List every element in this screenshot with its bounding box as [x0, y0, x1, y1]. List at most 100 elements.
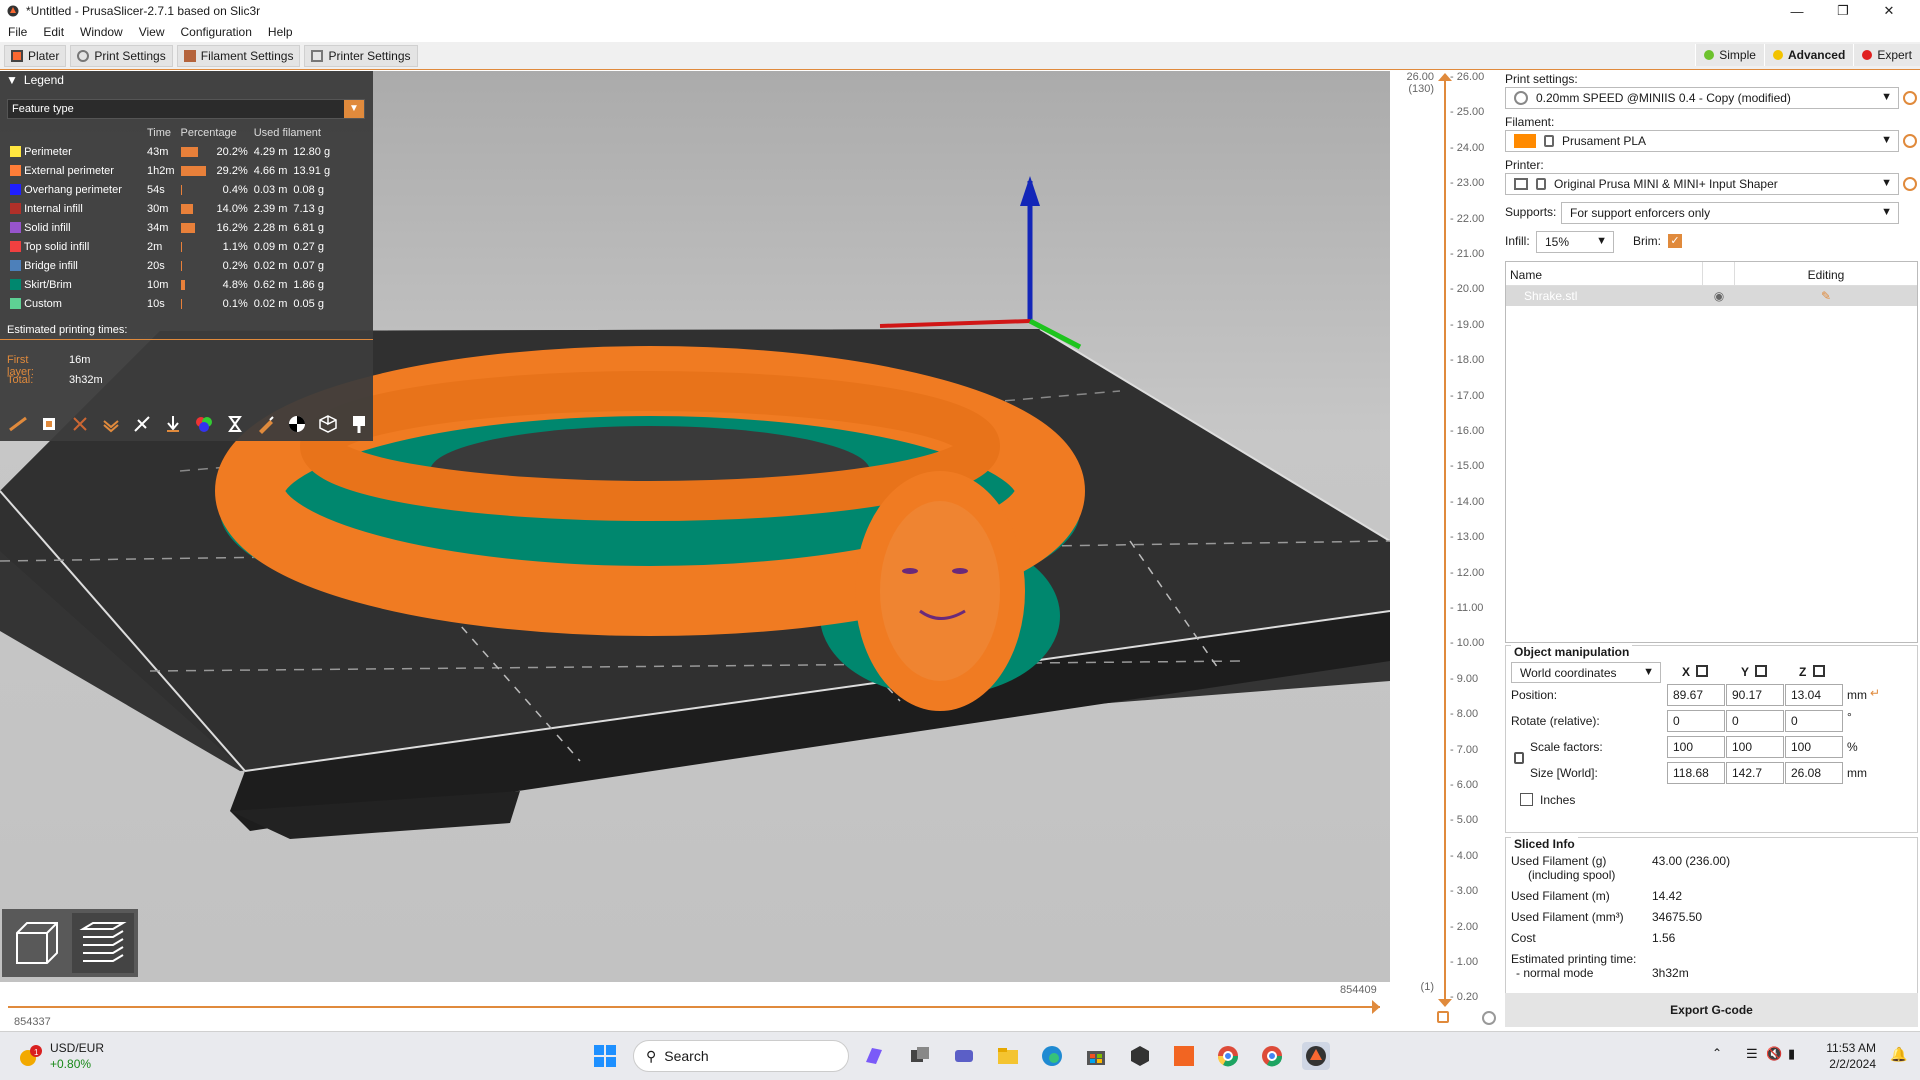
color-changes-icon[interactable]	[190, 411, 217, 438]
tab-print-settings[interactable]: Print Settings	[70, 44, 173, 67]
wifi-icon[interactable]: ☰	[1746, 1046, 1758, 1062]
tab-plater[interactable]: Plater	[4, 44, 67, 67]
unity-hub-icon[interactable]	[1126, 1042, 1154, 1070]
legend-row[interactable]: Skirt/Brim 10m 4.8% 0.62 m 1.86 g	[7, 275, 333, 294]
menu-view[interactable]: View	[131, 25, 173, 39]
position-z-input[interactable]: 13.04	[1785, 684, 1843, 706]
view-type-select[interactable]: Feature type ▼	[7, 99, 365, 119]
edge-browser-icon[interactable]	[1038, 1042, 1066, 1070]
filament-select[interactable]: Prusament PLA ▼	[1505, 130, 1899, 152]
clock-date[interactable]: 2/2/2024	[1824, 1057, 1876, 1071]
slider-right-thumb-icon[interactable]	[1372, 1000, 1380, 1014]
position-y-input[interactable]: 90.17	[1726, 684, 1784, 706]
size-z-input[interactable]: 26.08	[1785, 762, 1843, 784]
menu-file[interactable]: File	[0, 25, 35, 39]
edit-printer-gear-icon[interactable]	[1903, 177, 1917, 191]
close-button[interactable]: ✕	[1866, 0, 1912, 22]
deretractions-icon[interactable]	[97, 411, 124, 438]
legend-row[interactable]: Solid infill 34m 16.2% 2.28 m 6.81 g	[7, 218, 333, 237]
currency-widget-icon[interactable]: 1	[16, 1042, 44, 1070]
travel-icon[interactable]	[4, 411, 31, 438]
3d-preview-viewport[interactable]: ▼ Legend Feature type ▼ Time Percentage …	[0, 71, 1390, 982]
task-view-icon[interactable]	[906, 1042, 934, 1070]
maximize-button[interactable]: ❐	[1820, 0, 1866, 22]
preview-layers-icon[interactable]	[72, 913, 134, 973]
rotate-x-input[interactable]: 0	[1667, 710, 1725, 732]
legend-row[interactable]: External perimeter 1h2m 29.2% 4.66 m 13.91 g	[7, 161, 333, 180]
edit-print-settings-gear-icon[interactable]	[1903, 91, 1917, 105]
file-explorer-icon[interactable]	[994, 1042, 1022, 1070]
position-x-input[interactable]: 89.67	[1667, 684, 1725, 706]
taskbar-search[interactable]: ⚲ Search	[633, 1040, 849, 1072]
edit-filament-gear-icon[interactable]	[1903, 134, 1917, 148]
notification-bell-icon[interactable]: 🔔	[1890, 1046, 1907, 1063]
chrome-icon[interactable]	[1214, 1042, 1242, 1070]
prusaslicer-taskbar-icon[interactable]	[1302, 1042, 1330, 1070]
legend-row[interactable]: Custom 10s 0.1% 0.02 m 0.05 g	[7, 294, 333, 313]
mode-advanced[interactable]: Advanced	[1763, 44, 1854, 66]
tab-printer-settings[interactable]: Printer Settings	[304, 44, 418, 67]
menu-window[interactable]: Window	[72, 25, 131, 39]
copilot-icon[interactable]	[860, 1042, 888, 1070]
show-hidden-icons-chevron-icon[interactable]: ⌃	[1712, 1046, 1722, 1060]
volume-mute-icon[interactable]: 🔇	[1766, 1046, 1782, 1062]
legend-header[interactable]: ▼ Legend	[0, 71, 373, 89]
editing-icon[interactable]: ✎	[1735, 289, 1917, 303]
legend-row[interactable]: Perimeter 43m 20.2% 4.29 m 12.80 g	[7, 142, 333, 161]
currency-pair[interactable]: USD/EUR	[50, 1041, 104, 1055]
wipe-icon[interactable]	[35, 411, 62, 438]
inches-checkbox[interactable]	[1520, 793, 1533, 806]
rotate-z-input[interactable]: 0	[1785, 710, 1843, 732]
export-gcode-button[interactable]: Export G-code	[1505, 993, 1918, 1027]
teams-meet-icon[interactable]	[950, 1042, 978, 1070]
custom-gcodes-icon[interactable]	[252, 411, 279, 438]
lock-icon[interactable]	[1437, 1011, 1449, 1023]
mode-expert[interactable]: Expert	[1853, 44, 1920, 66]
menu-edit[interactable]: Edit	[35, 25, 72, 39]
drop-z-icon[interactable]	[1813, 665, 1825, 677]
legend-row[interactable]: Top solid infill 2m 1.1% 0.09 m 0.27 g	[7, 237, 333, 256]
print-settings-select[interactable]: 0.20mm SPEED @MINIIS 0.4 - Copy (modifie…	[1505, 87, 1899, 109]
menu-help[interactable]: Help	[260, 25, 301, 39]
tool-marker-icon[interactable]	[345, 411, 372, 438]
pause-prints-icon[interactable]	[221, 411, 248, 438]
drop-to-bed-icon[interactable]: ↵	[1870, 686, 1880, 700]
drop-x-icon[interactable]	[1696, 665, 1708, 677]
3d-view-cube-icon[interactable]	[6, 913, 68, 973]
fusion-app-icon[interactable]	[1170, 1042, 1198, 1070]
center-of-gravity-icon[interactable]	[283, 411, 310, 438]
legend-row[interactable]: Bridge infill 20s 0.2% 0.02 m 0.07 g	[7, 256, 333, 275]
legend-row[interactable]: Overhang perimeter 54s 0.4% 0.03 m 0.08 g	[7, 180, 333, 199]
rotate-y-input[interactable]: 0	[1726, 710, 1784, 732]
uniform-scale-lock-icon[interactable]	[1514, 752, 1524, 764]
tab-filament-settings[interactable]: Filament Settings	[176, 44, 301, 67]
shells-icon[interactable]	[314, 411, 341, 438]
coordinates-select[interactable]: World coordinates ▼	[1511, 662, 1661, 683]
supports-select[interactable]: For support enforcers only ▼	[1561, 202, 1899, 224]
windows-start-icon[interactable]	[591, 1042, 619, 1070]
scale-y-input[interactable]: 100	[1726, 736, 1784, 758]
visibility-eye-icon[interactable]: ◉	[1703, 289, 1735, 303]
size-x-input[interactable]: 118.68	[1667, 762, 1725, 784]
retractions-icon[interactable]	[66, 411, 93, 438]
tool-changes-icon[interactable]	[159, 411, 186, 438]
scale-x-input[interactable]: 100	[1667, 736, 1725, 758]
minimize-button[interactable]: —	[1774, 0, 1820, 22]
battery-icon[interactable]: ▮	[1788, 1046, 1795, 1062]
object-list-row[interactable]: Shrake.stl ◉ ✎	[1506, 286, 1917, 306]
infill-select[interactable]: 15% ▼	[1536, 231, 1614, 253]
gcode-move-slider[interactable]: 854337 854409	[0, 982, 1390, 1031]
brim-checkbox[interactable]: ✓	[1668, 234, 1682, 248]
settings-gear-icon[interactable]	[1482, 1011, 1496, 1025]
microsoft-store-icon[interactable]	[1082, 1042, 1110, 1070]
chrome-profile-icon[interactable]	[1258, 1042, 1286, 1070]
layer-slider[interactable]: 26.00 (130) - 26.00 - 25.00 - 24.00 - 23.00…	[1390, 71, 1500, 1031]
scale-z-input[interactable]: 100	[1785, 736, 1843, 758]
legend-row[interactable]: Internal infill 30m 14.0% 2.39 m 7.13 g	[7, 199, 333, 218]
seams-icon[interactable]	[128, 411, 155, 438]
clock-time[interactable]: 11:53 AM	[1824, 1041, 1876, 1055]
mode-simple[interactable]: Simple	[1695, 44, 1764, 66]
drop-y-icon[interactable]	[1755, 665, 1767, 677]
printer-select[interactable]: Original Prusa MINI & MINI+ Input Shaper…	[1505, 173, 1899, 195]
size-y-input[interactable]: 142.7	[1726, 762, 1784, 784]
